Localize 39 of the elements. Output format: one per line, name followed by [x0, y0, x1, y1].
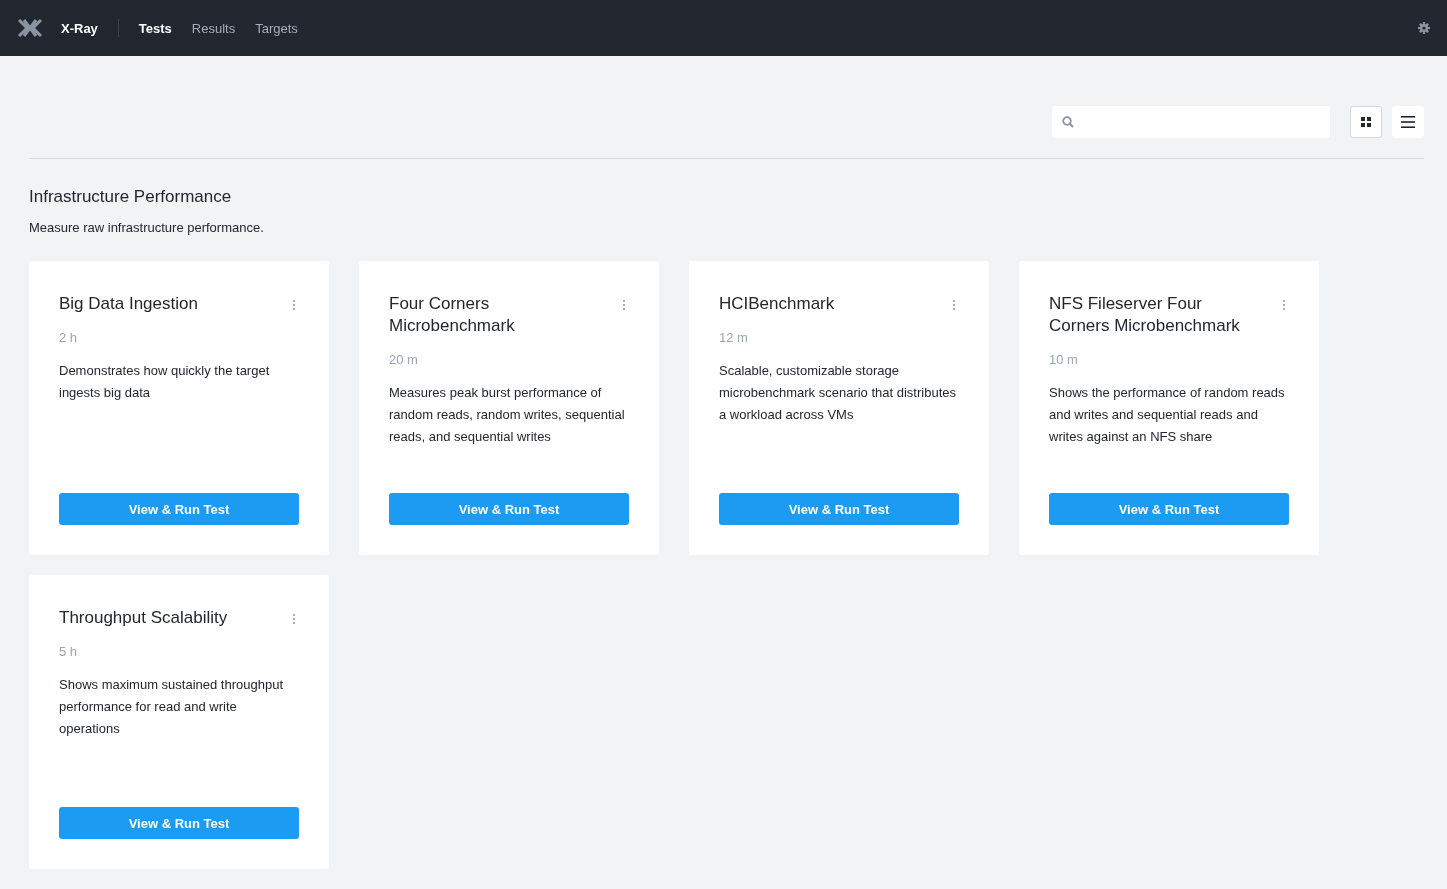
test-title: NFS Fileserver Four Corners Microbenchmark — [1049, 293, 1241, 337]
test-title: HCIBenchmark — [719, 293, 835, 315]
test-duration: 10 m — [1049, 352, 1079, 367]
view-run-button[interactable]: View & Run Test — [389, 493, 629, 525]
settings-icon[interactable] — [1418, 22, 1430, 34]
more-options-icon[interactable] — [952, 299, 956, 311]
test-description: Shows maximum sustained throughput performance for read and write operations — [59, 676, 284, 738]
more-options-icon[interactable] — [1282, 299, 1286, 311]
test-duration: 12 m — [719, 330, 749, 345]
search-icon — [1062, 116, 1074, 128]
app-name: X-Ray — [61, 20, 98, 36]
view-run-button[interactable]: View & Run Test — [719, 493, 959, 525]
grid-icon — [1361, 117, 1371, 127]
test-duration: 20 m — [389, 352, 419, 367]
test-title: Four Corners Microbenchmark — [389, 293, 516, 337]
test-duration: 2 h — [59, 330, 79, 345]
menu-icon — [1401, 115, 1415, 129]
test-duration: 5 h — [59, 644, 79, 659]
section-title: Infrastructure Performance — [29, 187, 233, 207]
test-title: Big Data Ingestion — [59, 293, 198, 315]
test-title: Throughput Scalability — [59, 607, 228, 629]
search-field[interactable] — [1052, 106, 1330, 138]
more-options-icon[interactable] — [292, 613, 296, 625]
nav-tab[interactable]: Results — [191, 20, 236, 36]
view-run-button[interactable]: View & Run Test — [1049, 493, 1289, 525]
section-description: Measure raw infrastructure performance. — [29, 220, 265, 235]
view-run-button[interactable]: View & Run Test — [59, 493, 299, 525]
nav-tab[interactable]: Tests — [138, 20, 172, 36]
view-run-button[interactable]: View & Run Test — [59, 807, 299, 839]
nav-tab[interactable]: Targets — [255, 20, 298, 36]
view-toggle-button[interactable] — [1392, 106, 1424, 138]
test-description: Shows the performance of random reads and writes and sequential reads and writes against an NFS share — [1049, 384, 1286, 446]
test-description: Scalable, customizable storage microbenchmark scenario that distributes a workload across VMs — [719, 362, 957, 424]
more-options-icon[interactable] — [622, 299, 626, 311]
logo-icon — [18, 19, 42, 37]
test-description: Demonstrates how quickly the target ingests big data — [59, 362, 271, 402]
more-options-icon[interactable] — [292, 299, 296, 311]
test-description: Measures peak burst performance of random reads, random writes, sequential reads, and sequential writes — [389, 384, 626, 446]
view-toggle-button[interactable] — [1350, 106, 1382, 138]
